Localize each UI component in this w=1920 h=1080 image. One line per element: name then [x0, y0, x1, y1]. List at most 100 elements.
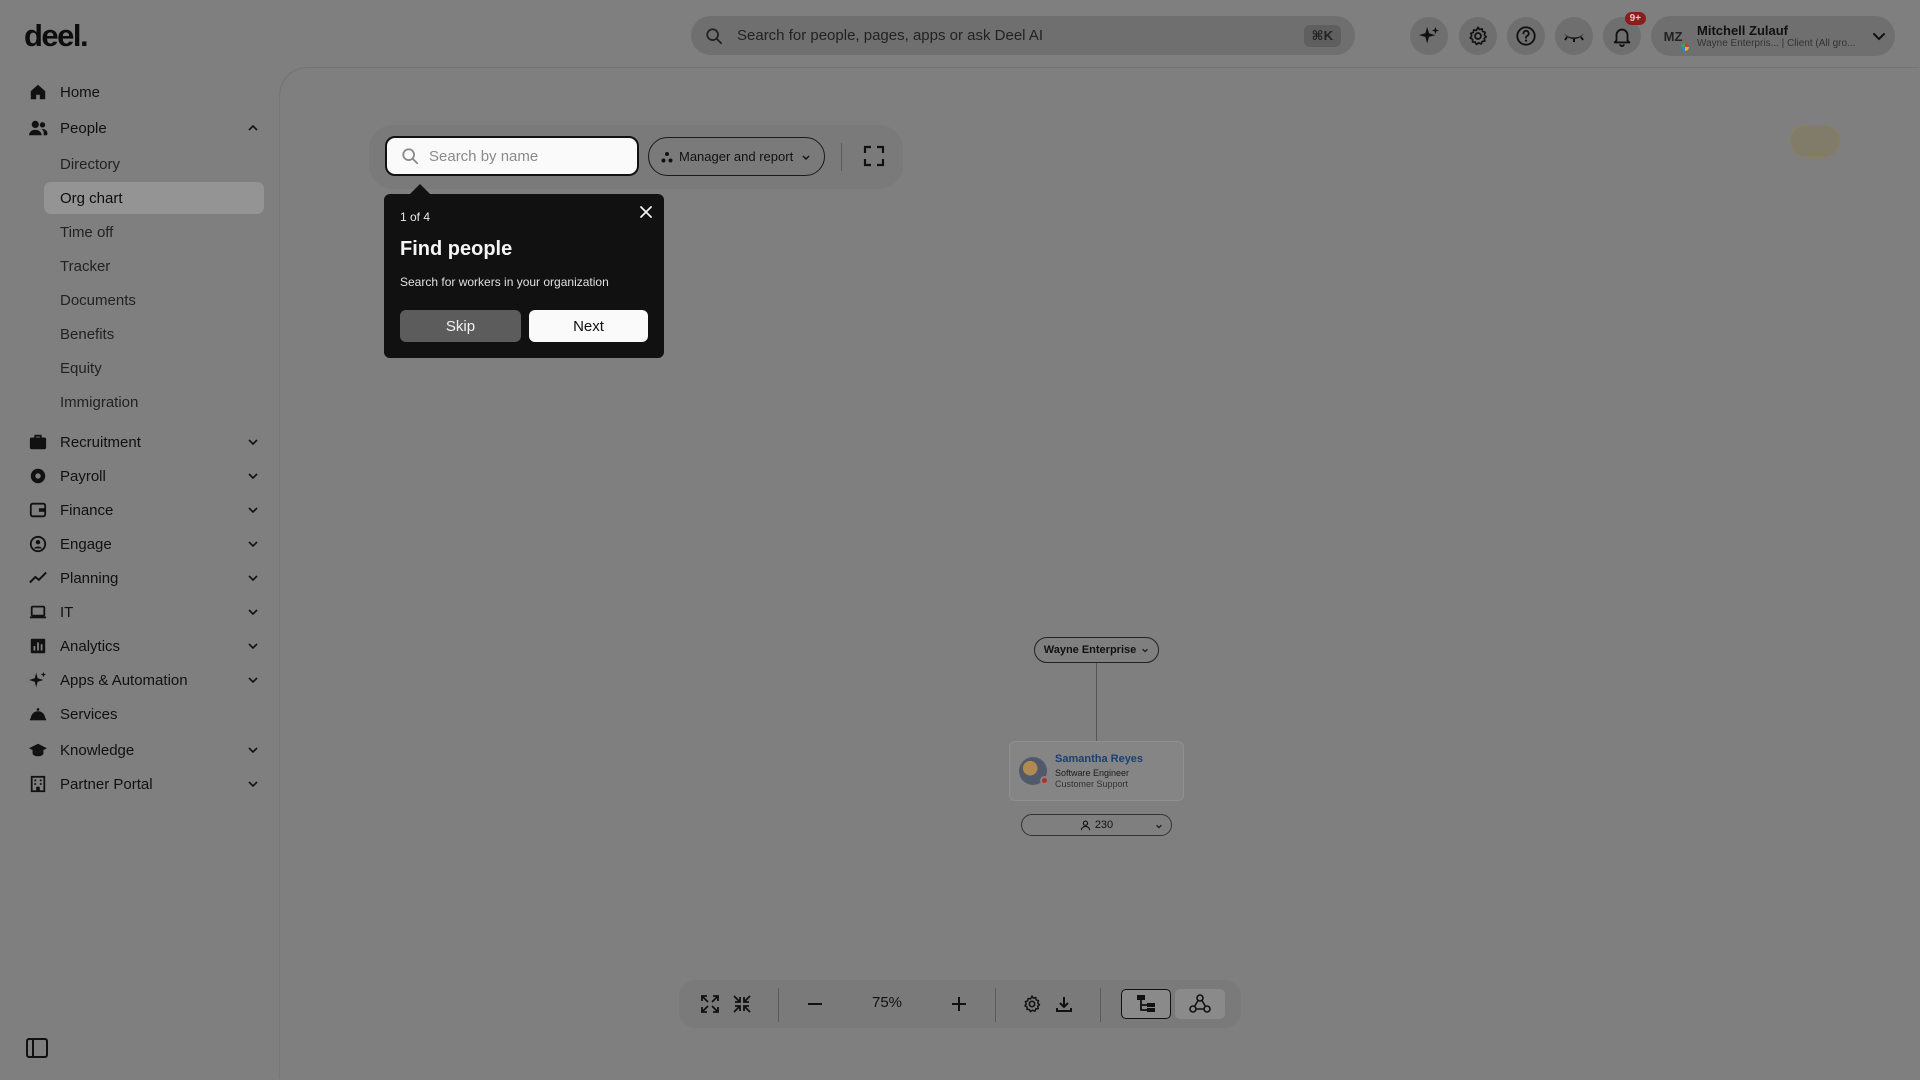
trend-icon [28, 568, 48, 588]
wallet-icon [28, 500, 48, 520]
sidebar-sub-documents[interactable]: Documents [44, 284, 264, 316]
sidebar-item-label: Planning [60, 569, 119, 587]
sidebar-sub-directory[interactable]: Directory [44, 148, 264, 180]
plus-icon [952, 997, 966, 1011]
employee-name[interactable]: Samantha Reyes [1055, 753, 1143, 765]
privacy-toggle-button[interactable] [1555, 17, 1593, 55]
user-menu[interactable]: MZ Mitchell Zulauf Wayne Enterpris... | … [1651, 16, 1895, 56]
chevron-down-icon [248, 507, 258, 514]
sidebar-item-label: People [60, 119, 107, 137]
chevron-down-icon [248, 747, 258, 754]
engage-icon [28, 534, 48, 554]
sidebar-item-label: Recruitment [60, 433, 141, 451]
chevron-down-icon [248, 677, 258, 684]
sidebar-item-people[interactable]: People [28, 113, 260, 143]
notifications-button[interactable]: 9+ [1603, 12, 1646, 55]
close-icon[interactable] [638, 204, 654, 220]
chevron-up-icon [248, 124, 258, 131]
org-search-field[interactable] [385, 136, 639, 176]
tree-view-toggle[interactable] [1121, 989, 1171, 1019]
home-icon [28, 82, 48, 102]
user-info: Mitchell Zulauf Wayne Enterpris... | Cli… [1697, 23, 1871, 49]
tour-popover: 1 of 4 Find people Search for workers in… [384, 184, 664, 358]
search-icon [706, 27, 723, 44]
collapse-icon [733, 995, 751, 1013]
sidebar-item-it[interactable]: IT [28, 597, 260, 627]
sidebar-item-home[interactable]: Home [28, 77, 260, 107]
sidebar-item-label: Engage [60, 535, 112, 553]
fullscreen-icon[interactable] [863, 145, 885, 167]
sidebar-sub-org-chart[interactable]: Org chart [44, 182, 264, 214]
user-org: Wayne Enterpris... | Client (All gro... [1697, 38, 1856, 49]
sidebar-item-partner-portal[interactable]: Partner Portal [28, 769, 260, 799]
sidebar-sub-time-off[interactable]: Time off [44, 216, 264, 248]
chevron-down-icon [248, 643, 258, 650]
global-search-placeholder: Search for people, pages, apps or ask De… [737, 27, 1044, 44]
deel-logo[interactable]: deel. [24, 18, 89, 54]
avatar [1019, 757, 1049, 785]
sidebar-item-label: Partner Portal [60, 775, 153, 793]
controls-divider [1100, 988, 1101, 1022]
sidebar-item-apps-automation[interactable]: Apps & Automation [28, 665, 260, 695]
view-mode-select[interactable]: Manager and report [648, 137, 825, 176]
gear-icon [1469, 26, 1488, 46]
sidebar-sub-label: Time off [60, 223, 114, 241]
eye-closed-icon [1564, 33, 1584, 42]
sidebar-sub-tracker[interactable]: Tracker [44, 250, 264, 282]
search-shortcut-badge: ⌘K [1303, 24, 1341, 47]
sidebar-sub-label: Equity [60, 359, 102, 377]
toolbar-divider [841, 143, 842, 171]
sidebar-item-knowledge[interactable]: Knowledge [28, 735, 260, 765]
sidebar-collapse-icon[interactable] [26, 1038, 48, 1058]
sidebar-item-planning[interactable]: Planning [28, 563, 260, 593]
tour-step-counter: 1 of 4 [400, 210, 431, 224]
gear-icon [1024, 995, 1041, 1013]
org-root-node[interactable]: Wayne Enterprise [1034, 637, 1159, 663]
chevron-down-icon [802, 155, 810, 160]
help-button[interactable] [1507, 17, 1545, 55]
sidebar-item-analytics[interactable]: Analytics [28, 631, 260, 661]
sidebar-item-label: Payroll [60, 467, 106, 485]
employee-title: Software Engineer [1055, 768, 1130, 778]
zoom-in-button[interactable] [948, 993, 970, 1015]
tour-next-button[interactable]: Next [529, 310, 648, 342]
tour-skip-button[interactable]: Skip [400, 310, 521, 342]
global-search-bar[interactable]: Search for people, pages, apps or ask De… [691, 16, 1355, 55]
chart-settings-button[interactable] [1021, 993, 1043, 1015]
bell-icon [1613, 28, 1631, 47]
download-button[interactable] [1053, 993, 1075, 1015]
sidebar-item-payroll[interactable]: Payroll [28, 461, 260, 491]
chevron-down-icon [248, 609, 258, 616]
sidebar-item-label: Finance [60, 501, 114, 519]
expand-all-button[interactable] [699, 993, 721, 1015]
sidebar-item-recruitment[interactable]: Recruitment [28, 427, 260, 457]
sidebar-item-finance[interactable]: Finance [28, 495, 260, 525]
settings-button[interactable] [1459, 17, 1497, 55]
sidebar-item-engage[interactable]: Engage [28, 529, 260, 559]
org-search-input[interactable] [429, 147, 609, 165]
avatar: MZ [1659, 22, 1690, 52]
collapse-all-button[interactable] [731, 993, 753, 1015]
highlight-pill [1790, 125, 1840, 157]
chevron-down-icon [1873, 33, 1885, 41]
sidebar-sub-equity[interactable]: Equity [44, 352, 264, 384]
employee-card[interactable]: Samantha Reyes Software Engineer Custome… [1009, 741, 1184, 801]
sidebar-sub-label: Immigration [60, 393, 139, 411]
avatar-initials: MZ [1663, 28, 1683, 44]
tree-view-icon [1137, 995, 1155, 1012]
ai-sparkle-button[interactable] [1410, 17, 1448, 55]
sidebar-sub-label: Benefits [60, 325, 115, 343]
zoom-out-button[interactable] [804, 993, 826, 1015]
download-icon [1056, 997, 1072, 1012]
graduation-icon [28, 740, 48, 760]
sidebar-sub-benefits[interactable]: Benefits [44, 318, 264, 350]
expand-icon [701, 995, 719, 1013]
chevron-down-icon [1142, 648, 1149, 653]
sidebar-sub-immigration[interactable]: Immigration [44, 386, 264, 418]
sidebar-item-services[interactable]: Services [28, 699, 260, 729]
network-view-toggle[interactable] [1175, 989, 1225, 1019]
zoom-level: 75% [871, 994, 903, 1011]
chevron-down-icon [248, 473, 258, 480]
org-logo-dot [1680, 42, 1690, 52]
direct-reports-toggle[interactable]: 230 [1021, 814, 1172, 836]
